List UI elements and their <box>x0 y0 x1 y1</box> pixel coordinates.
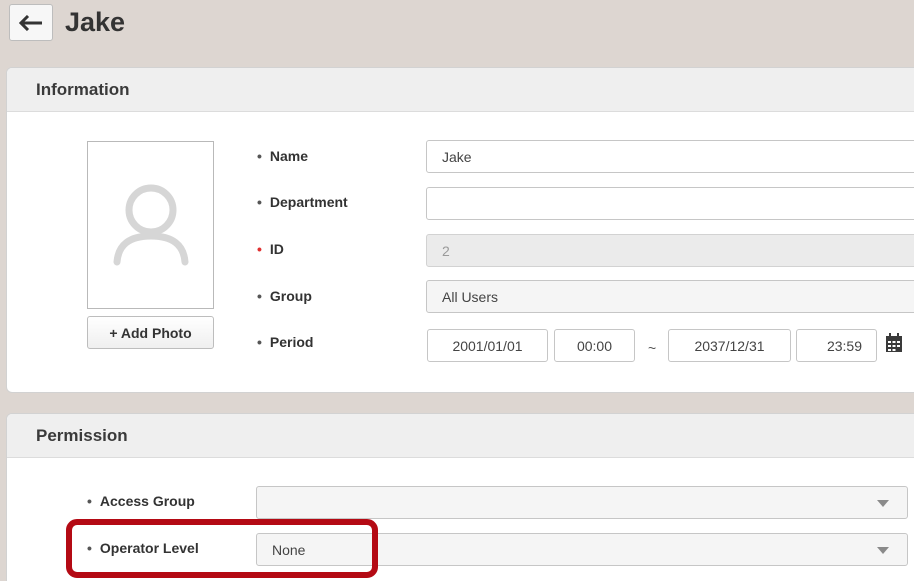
access-group-label: • Access Group <box>87 491 195 511</box>
name-label-text: Name <box>269 148 309 164</box>
bullet-dot: • <box>257 148 262 164</box>
name-input[interactable]: Jake <box>426 140 914 173</box>
period-label-text: Period <box>269 334 314 350</box>
information-header: Information <box>7 68 914 112</box>
group-label: • Group <box>257 286 312 306</box>
period-start-time[interactable]: 00:00 <box>554 329 635 362</box>
department-input[interactable] <box>426 187 914 220</box>
period-start-date[interactable]: 2001/01/01 <box>427 329 548 362</box>
bullet-dot: • <box>257 194 262 210</box>
department-label-text: Department <box>269 194 348 210</box>
user-silhouette-icon <box>113 184 188 266</box>
group-label-text: Group <box>269 288 312 304</box>
group-select[interactable]: All Users <box>426 280 914 313</box>
id-label: • ID <box>257 239 284 259</box>
caret-down-icon <box>877 547 889 554</box>
department-label: • Department <box>257 192 348 212</box>
back-button[interactable] <box>9 4 53 41</box>
period-separator: ~ <box>648 340 657 356</box>
period-label: • Period <box>257 332 313 352</box>
photo-placeholder <box>87 141 214 309</box>
access-group-select[interactable] <box>256 486 908 519</box>
page-title: Jake <box>65 7 126 37</box>
bullet-dot: • <box>87 493 92 509</box>
arrow-left-icon <box>19 14 42 31</box>
bullet-dot: • <box>257 334 262 350</box>
information-panel: Information + Add Photo • Name Jake • De… <box>6 67 914 393</box>
required-dot: • <box>257 241 262 257</box>
id-input: 2 <box>426 234 914 267</box>
id-label-text: ID <box>269 241 284 257</box>
add-photo-button[interactable]: + Add Photo <box>87 316 214 349</box>
highlight-box <box>66 519 378 578</box>
calendar-icon[interactable] <box>885 333 903 353</box>
permission-header: Permission <box>7 414 914 458</box>
name-label: • Name <box>257 146 308 166</box>
period-end-date[interactable]: 2037/12/31 <box>668 329 791 362</box>
bullet-dot: • <box>257 288 262 304</box>
access-group-label-text: Access Group <box>99 493 195 509</box>
caret-down-icon <box>877 500 889 507</box>
period-end-time[interactable]: 23:59 <box>796 329 877 362</box>
